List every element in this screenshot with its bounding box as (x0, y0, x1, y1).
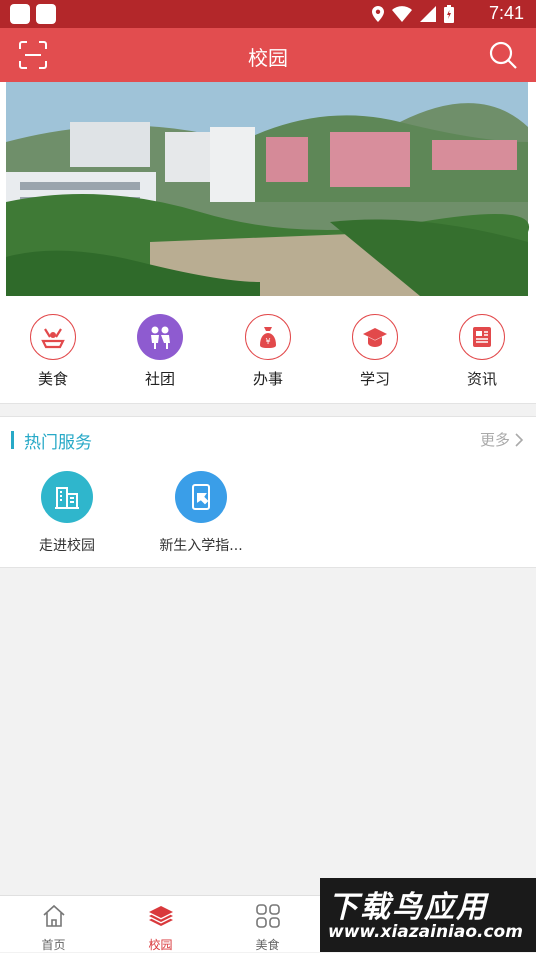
category-label: 学习 (359, 370, 390, 388)
campus-building-icon (41, 471, 93, 523)
tablet-guide-icon (175, 471, 227, 523)
status-icons (372, 5, 454, 23)
category-club[interactable]: 社团 (120, 314, 200, 389)
more-link[interactable]: 更多 (480, 429, 524, 450)
layers-icon (148, 906, 173, 926)
hot-services-section: 热门服务 更多 走进校园 新生入学指... (0, 416, 536, 568)
category-food[interactable]: 美食 (13, 314, 93, 389)
watermark-title: 下载鸟应用 (328, 890, 488, 925)
category-label: 办事 (252, 370, 283, 388)
page-title: 校园 (248, 46, 288, 70)
watermark-logo: 下载鸟应用 www.xiazainiao.com (320, 878, 536, 952)
wifi-icon (392, 6, 412, 22)
service-campus-tour[interactable]: 走进校园 (12, 471, 122, 555)
notification-icon (36, 4, 56, 24)
tab-label: 美食 (255, 938, 280, 952)
location-icon (372, 6, 384, 22)
notification-icon (10, 4, 30, 24)
campus-photo (0, 82, 536, 298)
club-icon (137, 314, 183, 360)
battery-icon (444, 5, 454, 23)
category-label: 资讯 (466, 370, 497, 388)
tab-food[interactable]: 美食 (214, 902, 321, 953)
search-icon[interactable] (488, 40, 518, 70)
graduation-cap-icon (352, 314, 398, 360)
service-freshman-guide[interactable]: 新生入学指... (146, 471, 256, 555)
svg-text:¥: ¥ (265, 337, 270, 346)
section-accent-bar (11, 431, 14, 449)
watermark-url: www.xiazainiao.com (328, 922, 523, 942)
service-label: 新生入学指... (159, 538, 243, 554)
category-label: 社团 (144, 370, 175, 388)
chevron-right-icon (515, 432, 524, 447)
campus-banner[interactable] (0, 82, 536, 298)
category-news[interactable]: 资讯 (442, 314, 522, 389)
money-bag-icon: ¥ (245, 314, 291, 360)
more-label: 更多 (479, 431, 510, 449)
news-icon (459, 314, 505, 360)
section-title: 热门服务 (24, 433, 92, 453)
status-time: 7:41 (488, 3, 524, 23)
category-label: 美食 (37, 370, 68, 388)
home-icon (42, 904, 65, 927)
category-row: 美食 社团 ¥ 办事 学习 资讯 (0, 298, 536, 404)
category-study[interactable]: 学习 (335, 314, 415, 389)
tab-home[interactable]: 首页 (0, 902, 107, 953)
status-bar: 7:41 (0, 0, 536, 28)
tab-label: 校园 (148, 938, 173, 952)
tab-label: 首页 (41, 938, 66, 952)
signal-icon (420, 6, 436, 22)
app-header: 校园 (0, 28, 536, 82)
category-affairs[interactable]: ¥ 办事 (228, 314, 308, 389)
grid-icon (255, 904, 280, 928)
service-label: 走进校园 (39, 538, 95, 554)
food-icon (30, 314, 76, 360)
tab-campus[interactable]: 校园 (107, 902, 214, 953)
